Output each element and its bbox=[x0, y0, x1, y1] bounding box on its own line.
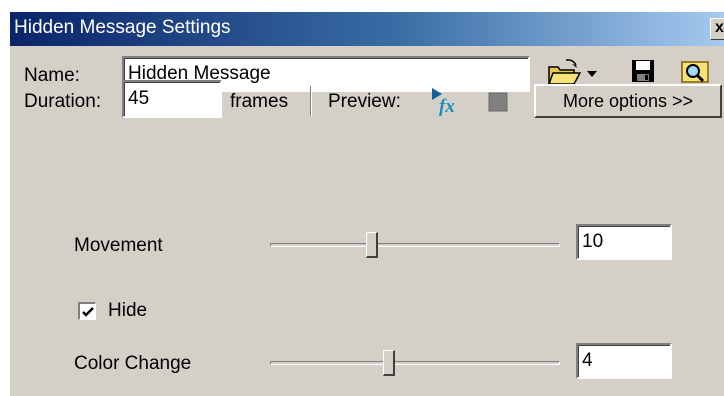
color-change-slider-track bbox=[270, 361, 560, 365]
hide-label: Hide bbox=[108, 300, 148, 321]
frames-unit-label: frames bbox=[230, 91, 289, 112]
more-options-button[interactable]: More options >> bbox=[534, 84, 722, 118]
window-title: Hidden Message Settings bbox=[14, 17, 231, 38]
close-button[interactable]: x bbox=[710, 18, 724, 40]
checkmark-icon bbox=[82, 307, 94, 317]
movement-slider-track bbox=[270, 243, 560, 247]
play-fx-icon[interactable]: fx bbox=[430, 86, 462, 121]
duration-label: Duration: bbox=[24, 91, 102, 112]
dropdown-arrow-icon[interactable] bbox=[586, 66, 598, 84]
title-bar[interactable]: Hidden Message Settings x bbox=[10, 12, 724, 46]
movement-label: Movement bbox=[74, 235, 163, 256]
color-change-value-input[interactable] bbox=[576, 343, 672, 379]
movement-value-input[interactable] bbox=[576, 224, 672, 260]
movement-slider-thumb[interactable] bbox=[365, 232, 378, 258]
stop-icon[interactable] bbox=[488, 92, 508, 117]
color-change-slider-thumb[interactable] bbox=[382, 350, 395, 376]
name-label: Name: bbox=[24, 65, 80, 86]
svg-text:fx: fx bbox=[439, 96, 455, 116]
duration-input[interactable] bbox=[122, 80, 222, 118]
color-change-label: Color Change bbox=[74, 353, 192, 374]
preview-label: Preview: bbox=[328, 91, 401, 112]
hide-checkbox[interactable] bbox=[78, 302, 96, 320]
toolbar-separator bbox=[310, 86, 312, 116]
settings-dialog: Hidden Message Settings x Name: Hidden M… bbox=[10, 12, 724, 396]
